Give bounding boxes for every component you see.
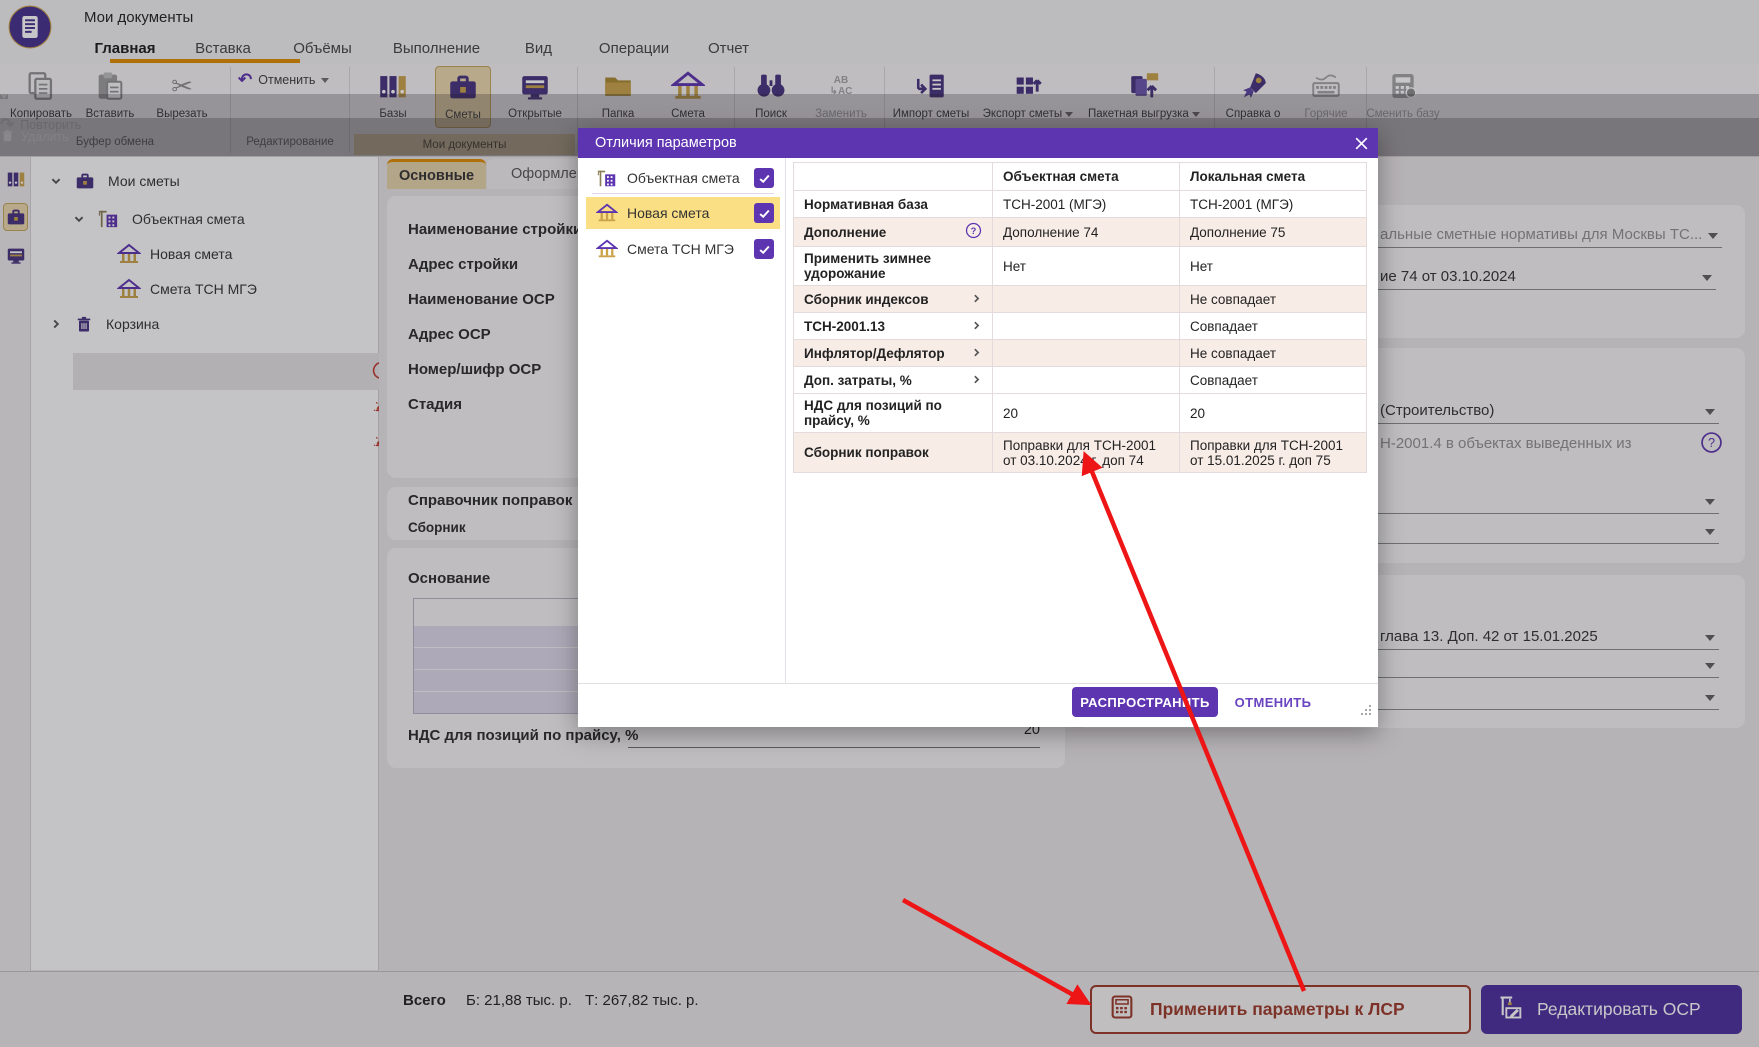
object-value: Нет (993, 247, 1180, 286)
param-name: Инфлятор/Дефлятор (804, 346, 945, 361)
param-name: Нормативная база (804, 197, 928, 212)
local-value: Нет (1180, 247, 1367, 286)
table-row: Нормативная база ТСН-2001 (МГЭ) ТСН-2001… (794, 191, 1367, 218)
param-diff-table: Объектная смета Локальная смета Норматив… (793, 162, 1367, 473)
dialog-vertical-separator (785, 158, 786, 683)
local-value: Совпадает (1180, 313, 1367, 340)
checkbox-checked[interactable] (754, 203, 774, 223)
param-diff-dialog: Отличия параметров Объектная смета Новая… (578, 128, 1378, 727)
dialog-item-label: Смета ТСН МГЭ (627, 241, 754, 257)
close-icon[interactable] (1353, 135, 1370, 152)
table-row[interactable]: Доп. затраты, % Совпадает (794, 367, 1367, 394)
checkbox-checked[interactable] (754, 168, 774, 188)
object-value: ТСН-2001 (МГЭ) (993, 191, 1180, 218)
local-value: Дополнение 75 (1180, 218, 1367, 247)
table-row: Дополнение ? Дополнение 74 Дополнение 75 (794, 218, 1367, 247)
object-value (993, 286, 1180, 313)
header-param (794, 163, 993, 191)
param-name: Доп. затраты, % (804, 373, 912, 388)
header-object: Объектная смета (993, 163, 1180, 191)
object-value: Поправки для ТСН-2001 от 03.10.2024 г. д… (993, 433, 1180, 473)
dialog-item-tsn-estimate[interactable]: Смета ТСН МГЭ (586, 233, 780, 265)
dialog-footer-divider (578, 683, 1378, 684)
dialog-item-new-estimate[interactable]: Новая смета (586, 197, 780, 229)
param-name: НДС для позиций по прайсу, % (804, 398, 982, 428)
object-value: 20 (993, 394, 1180, 433)
param-name: ТСН-2001.13 (804, 319, 885, 334)
house-estimate-icon (596, 238, 618, 260)
table-row[interactable]: ТСН-2001.13 Совпадает (794, 313, 1367, 340)
dialog-item-label: Новая смета (627, 205, 754, 221)
app-window: Мои документы Главная Вставка Объёмы Вып… (0, 0, 1759, 1047)
param-name: Сборник индексов (804, 292, 929, 307)
table-row: Сборник поправок Поправки для ТСН-2001 о… (794, 433, 1367, 473)
local-value: Совпадает (1180, 367, 1367, 394)
object-value (993, 367, 1180, 394)
table-header-row: Объектная смета Локальная смета (794, 163, 1367, 191)
table-row: НДС для позиций по прайсу, % 20 20 (794, 394, 1367, 433)
header-local: Локальная смета (1180, 163, 1367, 191)
local-value: Поправки для ТСН-2001 от 15.01.2025 г. д… (1180, 433, 1367, 473)
local-value: Не совпадает (1180, 286, 1367, 313)
dialog-item-object-estimate[interactable]: Объектная смета (586, 162, 780, 194)
chevron-right-icon[interactable] (971, 373, 982, 388)
object-value (993, 340, 1180, 367)
param-name: Сборник поправок (804, 445, 929, 460)
table-row: Применить зимнее удорожание Нет Нет (794, 247, 1367, 286)
cancel-button[interactable]: ОТМЕНИТЬ (1223, 687, 1323, 717)
dialog-title-bar[interactable]: Отличия параметров (578, 128, 1378, 158)
resize-grip[interactable] (1358, 702, 1372, 721)
object-value: Дополнение 74 (993, 218, 1180, 247)
checkbox-checked[interactable] (754, 239, 774, 259)
object-value (993, 313, 1180, 340)
chevron-right-icon[interactable] (971, 319, 982, 334)
propagate-button[interactable]: РАСПРОСТРАНИТЬ (1072, 687, 1218, 717)
chevron-right-icon[interactable] (971, 346, 982, 361)
list-divider (592, 193, 774, 194)
house-estimate-icon (596, 202, 618, 224)
param-name: Дополнение (804, 225, 886, 240)
local-value: 20 (1180, 394, 1367, 433)
building-crane-icon (596, 167, 618, 189)
local-value: ТСН-2001 (МГЭ) (1180, 191, 1367, 218)
param-name: Применить зимнее удорожание (804, 251, 982, 281)
dialog-item-label: Объектная смета (627, 170, 754, 186)
help-circle-icon[interactable]: ? (965, 222, 982, 242)
table-row[interactable]: Инфлятор/Дефлятор Не совпадает (794, 340, 1367, 367)
svg-text:?: ? (971, 226, 977, 236)
dialog-title: Отличия параметров (595, 135, 737, 151)
chevron-right-icon[interactable] (971, 292, 982, 307)
table-row[interactable]: Сборник индексов Не совпадает (794, 286, 1367, 313)
local-value: Не совпадает (1180, 340, 1367, 367)
